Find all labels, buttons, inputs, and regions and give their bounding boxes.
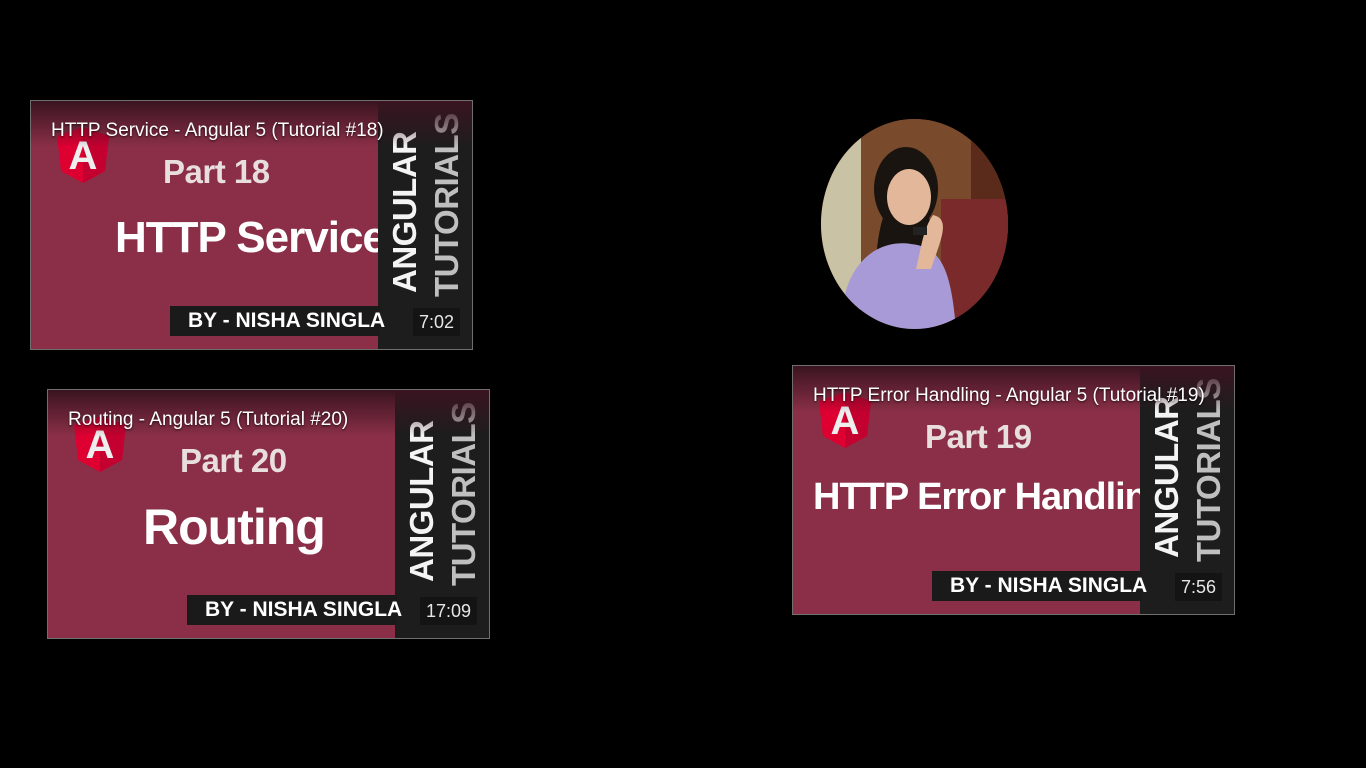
topic-label: HTTP Error Handling [813, 476, 1170, 518]
byline-bar: BY - NISHA SINGLA [170, 306, 385, 336]
video-card-http-service[interactable]: A Part 18 HTTP Service ANGULAR TUTORIALS… [30, 100, 473, 350]
part-label: Part 20 [180, 442, 287, 479]
part-label: Part 19 [925, 418, 1032, 455]
video-title[interactable]: HTTP Service - Angular 5 (Tutorial #18) [51, 119, 450, 143]
video-title[interactable]: Routing - Angular 5 (Tutorial #20) [68, 408, 467, 432]
topic-label: HTTP Service [115, 213, 387, 262]
topic-label: Routing [143, 499, 326, 555]
video-card-routing[interactable]: A Part 20 Routing ANGULAR TUTORIALS BY -… [47, 389, 490, 639]
byline-bar: BY - NISHA SINGLA [187, 595, 402, 625]
series-word-angular: ANGULAR [386, 131, 423, 293]
series-word-angular: ANGULAR [403, 420, 440, 582]
duration-badge: 7:56 [1175, 573, 1223, 601]
video-card-http-error-handling[interactable]: A Part 19 HTTP Error Handling ANGULAR TU… [792, 365, 1235, 615]
part-label: Part 18 [163, 153, 270, 190]
channel-avatar[interactable] [821, 119, 1008, 329]
video-title[interactable]: HTTP Error Handling - Angular 5 (Tutoria… [813, 384, 1212, 408]
duration-badge: 17:09 [420, 597, 478, 625]
byline-bar: BY - NISHA SINGLA [932, 571, 1147, 601]
series-word-angular: ANGULAR [1148, 396, 1185, 558]
duration-badge: 7:02 [413, 308, 461, 336]
